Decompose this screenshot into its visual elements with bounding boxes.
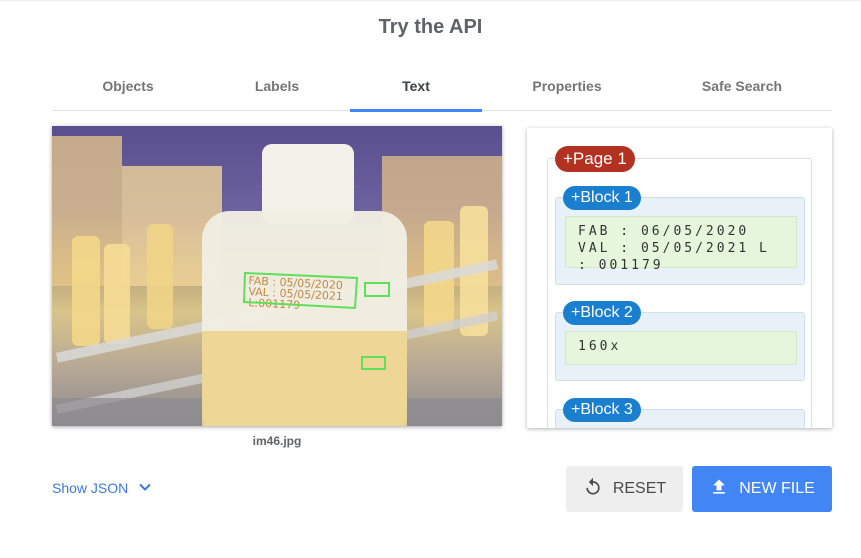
reset-icon — [583, 477, 613, 502]
tab-properties[interactable]: Properties — [492, 70, 642, 111]
show-json-label: Show JSON — [52, 480, 129, 496]
reset-label: RESET — [612, 480, 667, 497]
chevron-down-icon — [138, 479, 152, 499]
text-results-panel[interactable]: +Page 1 FAB : 06/05/2020 VAL : 05/05/202… — [527, 128, 832, 428]
block-toggle[interactable]: +Block 2 — [563, 301, 641, 325]
page-toggle[interactable]: +Page 1 — [555, 146, 635, 172]
image-filename: im46.jpg — [252, 434, 302, 448]
tab-labels[interactable]: Labels — [202, 70, 352, 111]
tab-objects[interactable]: Objects — [52, 70, 204, 111]
top-divider — [0, 0, 861, 2]
page-title: Try the API — [378, 16, 483, 38]
feature-tabs: Objects Labels Text Properties Safe Sear… — [52, 70, 832, 112]
block-container: FAB : 06/05/2020 VAL : 05/05/2021 L : 00… — [555, 197, 805, 285]
block-text: FAB : 06/05/2020 VAL : 05/05/2021 L : 00… — [565, 216, 797, 273]
new-file-button[interactable]: NEW FILE — [692, 466, 832, 512]
tab-safe-search[interactable]: Safe Search — [662, 70, 822, 111]
tab-text[interactable]: Text — [350, 70, 482, 112]
block-toggle[interactable]: +Block 1 — [563, 186, 641, 210]
show-json-toggle[interactable]: Show JSON — [52, 478, 152, 498]
block-toggle[interactable]: +Block 3 — [563, 398, 641, 422]
upload-icon — [709, 477, 739, 502]
block-text: 160x — [565, 331, 797, 365]
new-file-label: NEW FILE — [739, 480, 815, 497]
analyzed-image: FAB : 05/05/2020 VAL : 05/05/2021 L:0011… — [52, 126, 502, 426]
reset-button[interactable]: RESET — [566, 466, 683, 512]
